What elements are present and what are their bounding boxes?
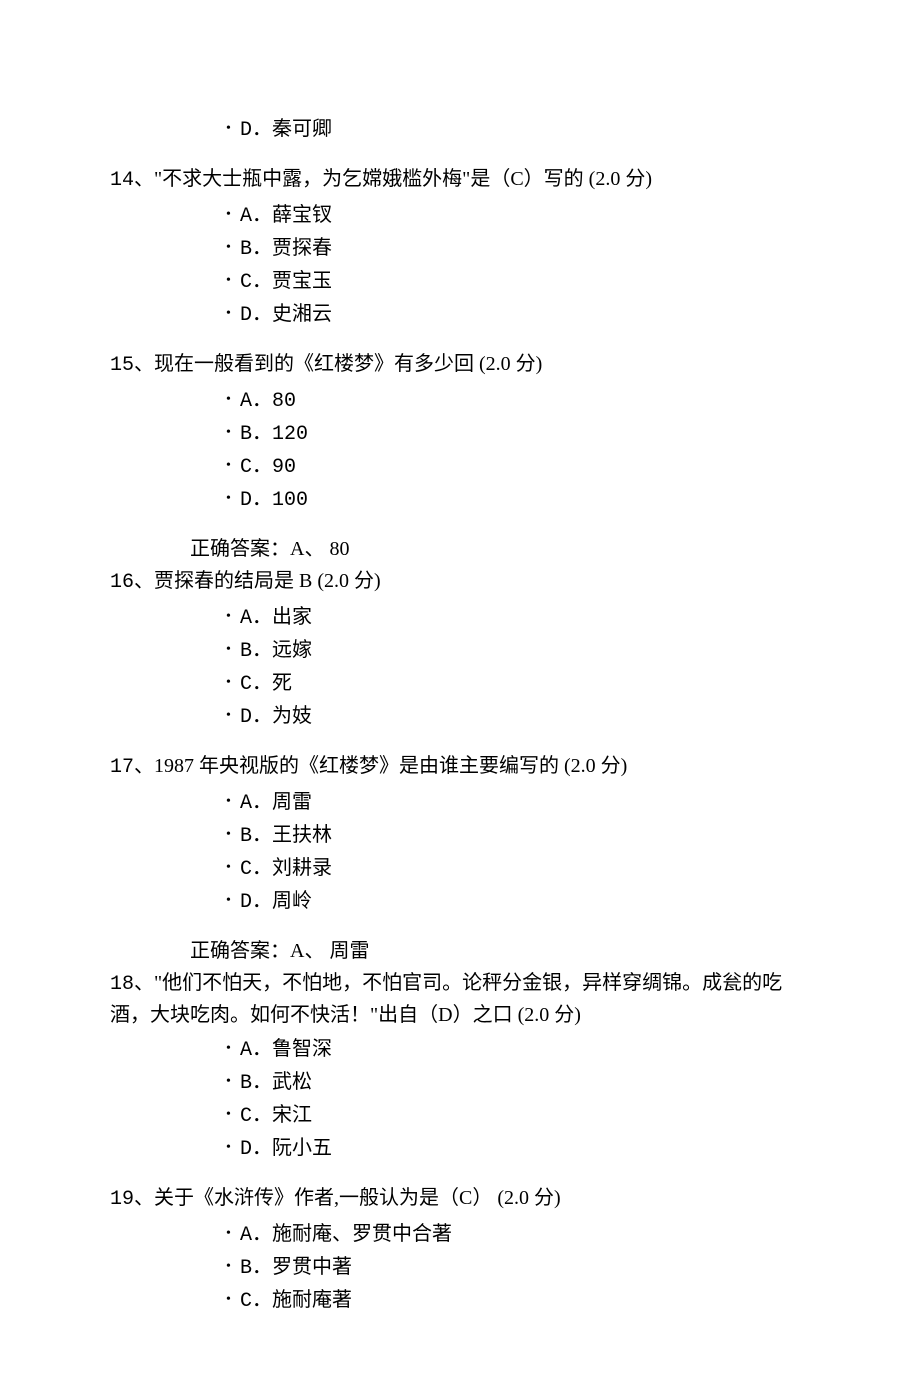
option-item: B．罗贯中著 [240,1252,810,1284]
option-item: C．宋江 [240,1100,810,1132]
question-block-16: 16、贾探春的结局是 B (2.0 分) A．出家 B．远嫁 C．死 D．为妓 [110,566,810,733]
option-item: C．刘耕录 [240,853,810,885]
option-item: B．120 [240,418,810,450]
option-item: A．周雷 [240,787,810,819]
trailing-option-list: D．秦可卿 [110,114,810,146]
option-item: A．出家 [240,602,810,634]
option-text: D．秦可卿 [240,119,332,142]
option-item: D．为妓 [240,701,810,733]
document-page: D．秦可卿 14、"不求大士瓶中露，为乞嫦娥槛外梅"是（C）写的 (2.0 分)… [0,0,920,1395]
question-text: 15、现在一般看到的《红楼梦》有多少回 (2.0 分) [110,349,810,381]
question-block-17: 17、1987 年央视版的《红楼梦》是由谁主要编写的 (2.0 分) A．周雷 … [110,751,810,966]
option-item: C．施耐庵著 [240,1285,810,1317]
option-item: C．90 [240,451,810,483]
question-text: 17、1987 年央视版的《红楼梦》是由谁主要编写的 (2.0 分) [110,751,810,783]
option-list: A．周雷 B．王扶林 C．刘耕录 D．周岭 [110,787,810,918]
option-item: D．史湘云 [240,299,810,331]
option-item: A．80 [240,385,810,417]
question-text: 18、"他们不怕天，不怕地，不怕官司。论秤分金银，异样穿绸锦。成瓮的吃酒，大块吃… [110,968,810,1030]
option-item: B．武松 [240,1067,810,1099]
option-list: A．出家 B．远嫁 C．死 D．为妓 [110,602,810,733]
option-list: A．施耐庵、罗贯中合著 B．罗贯中著 C．施耐庵著 [110,1219,810,1317]
question-text: 19、关于《水浒传》作者,一般认为是（C） (2.0 分) [110,1183,810,1215]
option-item: C．贾宝玉 [240,266,810,298]
question-text: 14、"不求大士瓶中露，为乞嫦娥槛外梅"是（C）写的 (2.0 分) [110,164,810,196]
question-block-14: 14、"不求大士瓶中露，为乞嫦娥槛外梅"是（C）写的 (2.0 分) A．薛宝钗… [110,164,810,331]
option-list: A．鲁智深 B．武松 C．宋江 D．阮小五 [110,1034,810,1165]
question-block-19: 19、关于《水浒传》作者,一般认为是（C） (2.0 分) A．施耐庵、罗贯中合… [110,1183,810,1317]
option-item: C．死 [240,668,810,700]
option-item: B．贾探春 [240,233,810,265]
option-item: B．远嫁 [240,635,810,667]
question-block-15: 15、现在一般看到的《红楼梦》有多少回 (2.0 分) A．80 B．120 C… [110,349,810,564]
option-item: B．王扶林 [240,820,810,852]
question-text: 16、贾探春的结局是 B (2.0 分) [110,566,810,598]
question-block-18: 18、"他们不怕天，不怕地，不怕官司。论秤分金银，异样穿绸锦。成瓮的吃酒，大块吃… [110,968,810,1165]
option-list: A．80 B．120 C．90 D．100 [110,385,810,516]
option-item: D．100 [240,484,810,516]
answer-text: 正确答案：A、 80 [110,534,810,564]
option-item: D．阮小五 [240,1133,810,1165]
option-item: D．秦可卿 [240,114,810,146]
option-item: D．周岭 [240,886,810,918]
option-item: A．薛宝钗 [240,200,810,232]
option-item: A．鲁智深 [240,1034,810,1066]
option-list: A．薛宝钗 B．贾探春 C．贾宝玉 D．史湘云 [110,200,810,331]
answer-text: 正确答案：A、 周雷 [110,936,810,966]
option-item: A．施耐庵、罗贯中合著 [240,1219,810,1251]
